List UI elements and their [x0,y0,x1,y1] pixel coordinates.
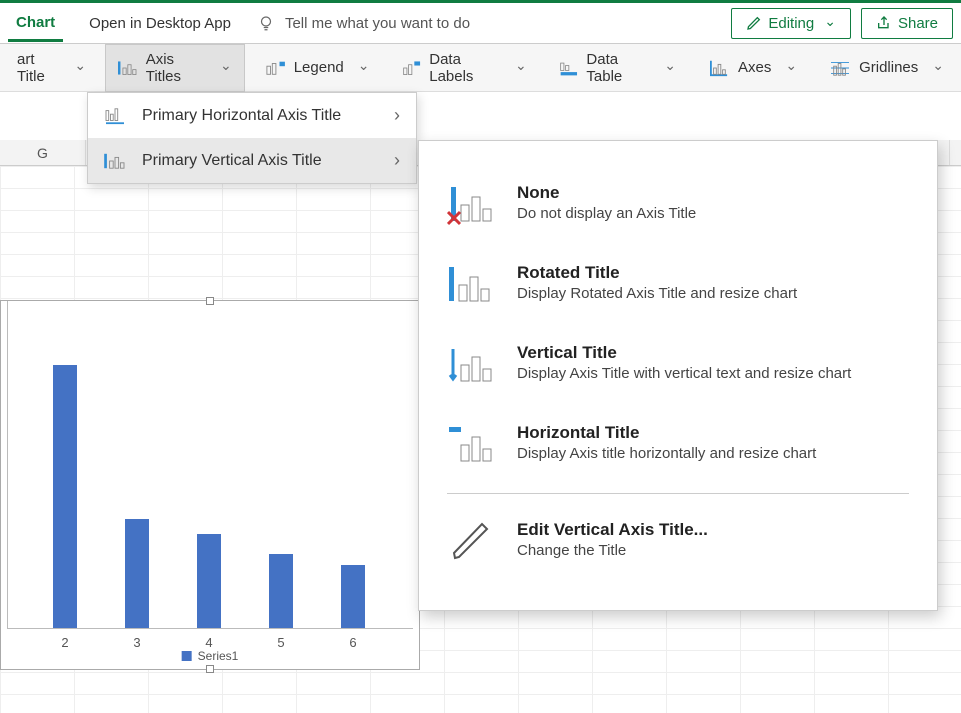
chart-x-label: 4 [205,635,212,650]
tell-me-search[interactable]: Tell me what you want to do [257,14,470,32]
chevron-down-icon [820,15,836,32]
data-labels-button[interactable]: Data Labels [389,44,540,92]
lightbulb-icon [257,14,275,32]
option-rotated-title[interactable]: Rotated Title Display Rotated Axis Title… [419,245,937,325]
axis-titles-dropdown: Primary Horizontal Axis Title › Primary … [87,92,417,184]
data-labels-icon [402,59,422,77]
chart-bar [125,519,149,628]
chart-bar [269,554,293,628]
chart-bar [53,365,77,628]
menu-primary-horizontal[interactable]: Primary Horizontal Axis Title › [88,93,416,138]
chart-x-label: 3 [133,635,140,650]
axis-titles-label: Axis Titles [146,51,206,85]
option-horizontal-title[interactable]: Horizontal Title Display Axis title hori… [419,405,937,485]
title-tabs: Chart Open in Desktop App Tell me what y… [0,0,961,44]
chart-title-button[interactable]: art Title [4,44,99,92]
option-edit-title[interactable]: Edit Vertical Axis Title... Change the T… [419,502,937,582]
chart-x-label: 5 [277,635,284,650]
legend-series-label: Series1 [198,649,239,663]
tell-me-placeholder: Tell me what you want to do [285,15,470,32]
legend-icon [264,59,286,77]
rotated-icon [447,263,495,307]
chevron-right-icon: › [394,150,400,171]
col-header[interactable]: G [0,140,86,165]
legend-button[interactable]: Legend [251,52,383,84]
axes-label: Axes [738,59,771,76]
vertical-title-icon [447,343,495,387]
pencil-icon [746,15,762,31]
data-table-button[interactable]: Data Table [546,44,689,92]
horizontal-axis-icon [104,107,126,125]
axes-icon [708,59,730,77]
vertical-axis-title-submenu: None Do not display an Axis Title Rotate… [418,140,938,611]
option-none[interactable]: None Do not display an Axis Title [419,165,937,245]
chart-bar [341,565,365,628]
option-title: Rotated Title [517,263,797,283]
gridlines-button[interactable]: Gridlines [816,52,957,84]
option-desc: Change the Title [517,542,708,559]
gridlines-label: Gridlines [859,59,918,76]
chart-bar [197,534,221,628]
option-title: Edit Vertical Axis Title... [517,520,708,540]
chart-x-label: 2 [61,635,68,650]
share-label: Share [898,15,938,32]
pencil-icon [447,520,495,564]
menu-label: Primary Horizontal Axis Title [142,107,341,125]
share-icon [876,15,892,31]
axis-titles-button[interactable]: Axis Titles [105,44,245,92]
tab-chart[interactable]: Chart [8,4,63,42]
data-table-icon [559,59,579,77]
legend-label: Legend [294,59,344,76]
option-title: Vertical Title [517,343,851,363]
horizontal-title-icon [447,423,495,467]
share-button[interactable]: Share [861,8,953,39]
chart-x-label: 6 [349,635,356,650]
chart-plot-area: 23456 [7,301,413,629]
editing-label: Editing [768,15,814,32]
chart-ribbon: art Title Axis Titles Legend Data Labels… [0,44,961,92]
vertical-axis-icon [104,152,126,170]
menu-separator [447,493,909,494]
none-icon [447,183,495,227]
menu-primary-vertical[interactable]: Primary Vertical Axis Title › [88,138,416,183]
option-desc: Display Axis title horizontally and resi… [517,445,816,462]
chevron-right-icon: › [394,105,400,126]
gridlines-icon [829,59,851,77]
option-desc: Do not display an Axis Title [517,205,696,222]
option-vertical-title[interactable]: Vertical Title Display Axis Title with v… [419,325,937,405]
option-desc: Display Rotated Axis Title and resize ch… [517,285,797,302]
menu-label: Primary Vertical Axis Title [142,152,322,170]
option-desc: Display Axis Title with vertical text an… [517,365,851,382]
option-title: Horizontal Title [517,423,816,443]
axes-button[interactable]: Axes [695,52,810,84]
open-in-desktop-link[interactable]: Open in Desktop App [81,7,239,40]
option-title: None [517,183,696,203]
axis-titles-icon [118,59,138,77]
chart-title-label: art Title [17,51,60,85]
embedded-chart[interactable]: 23456 Series1 [0,300,420,670]
data-labels-label: Data Labels [429,51,501,85]
data-table-label: Data Table [586,51,650,85]
resize-handle[interactable] [206,665,214,673]
legend-color-swatch [182,651,192,661]
editing-mode-button[interactable]: Editing [731,8,851,39]
